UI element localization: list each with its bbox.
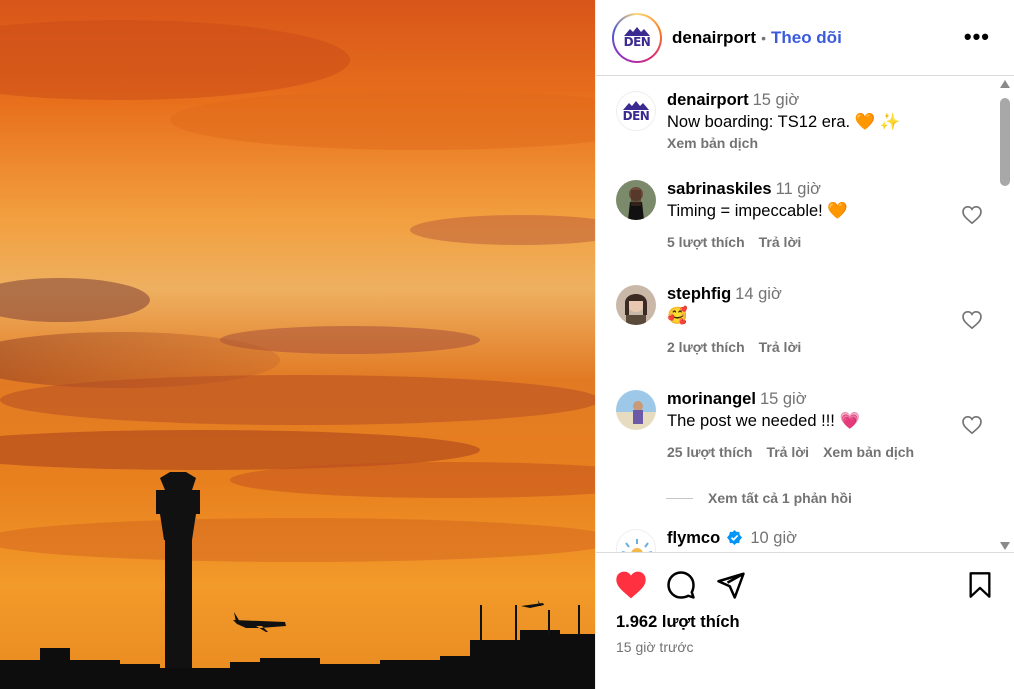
comment-item: morinangel 15 giờ The post we needed !!! … xyxy=(616,390,982,470)
comment-likes[interactable]: 25 lượt thích xyxy=(667,444,752,460)
reply-button[interactable]: Trả lời xyxy=(766,444,809,460)
comment-item: sabrinaskiles 11 giờ Timing = impeccable!… xyxy=(616,180,982,260)
separator-dot: • xyxy=(761,29,766,46)
comment-time[interactable]: 11 giờ xyxy=(776,180,821,198)
view-replies-label: Xem tất cả 1 phản hồi xyxy=(708,490,852,506)
comment-text: 🥰 xyxy=(667,307,688,325)
comment-likes[interactable]: 2 lượt thích xyxy=(667,339,745,355)
comment-username[interactable]: sabrinaskiles xyxy=(667,180,772,198)
commenter-avatar[interactable] xyxy=(616,180,656,220)
post-detail-panel: DEN denairport • Theo dõi ••• DEN denair… xyxy=(595,0,1014,689)
comment-text: The post we needed !!! 💗 xyxy=(667,412,860,430)
author-username[interactable]: denairport xyxy=(672,28,756,48)
author-avatar[interactable]: DEN xyxy=(612,12,662,63)
like-comment-icon[interactable] xyxy=(962,416,982,434)
comment-text: Timing = impeccable! 🧡 xyxy=(667,202,848,220)
post-header: DEN denairport • Theo dõi ••• xyxy=(596,0,1014,76)
comment-username[interactable]: stephfig xyxy=(667,285,731,303)
comment-time[interactable]: 10 giờ xyxy=(750,529,797,547)
scroll-thumb[interactable] xyxy=(1000,98,1010,186)
share-send-icon[interactable] xyxy=(716,570,746,600)
comment-username[interactable]: morinangel xyxy=(667,390,756,408)
caption-time[interactable]: 15 giờ xyxy=(753,91,800,109)
replies-divider xyxy=(666,497,693,499)
likes-count[interactable]: 1.962 lượt thích xyxy=(616,613,740,632)
logo-text: DEN xyxy=(623,35,651,49)
den-logo-icon: DEN xyxy=(622,100,650,123)
comment-likes[interactable]: 5 lượt thích xyxy=(667,234,745,250)
like-heart-icon[interactable] xyxy=(615,569,647,601)
more-options-icon[interactable]: ••• xyxy=(964,24,990,50)
logo-text: DEN xyxy=(622,108,650,123)
comment-username[interactable]: flymco xyxy=(667,529,720,547)
reply-button[interactable]: Trả lời xyxy=(759,339,802,355)
caption: DEN denairport 15 giờ Now boarding: TS12 … xyxy=(616,91,981,161)
commenter-avatar[interactable] xyxy=(616,285,656,325)
commenter-avatar[interactable] xyxy=(616,390,656,430)
caption-translate-link[interactable]: Xem bản dịch xyxy=(667,135,967,151)
translate-link[interactable]: Xem bản dịch xyxy=(823,444,914,460)
comment-time[interactable]: 15 giờ xyxy=(760,390,807,408)
reply-button[interactable]: Trả lời xyxy=(759,234,802,250)
scroll-up-arrow-icon[interactable] xyxy=(1000,80,1010,88)
comment-item: stephfig 14 giờ 🥰 2 lượt thích Trả lời xyxy=(616,285,982,365)
follow-button[interactable]: Theo dõi xyxy=(771,28,842,48)
comment-item: flymco 10 giờ xyxy=(616,529,981,552)
post-image[interactable] xyxy=(0,0,595,689)
comments-scrollbar[interactable] xyxy=(998,80,1012,550)
caption-text: Now boarding: TS12 era. 🧡 ✨ xyxy=(667,113,901,131)
verified-badge-icon xyxy=(726,530,742,545)
caption-avatar[interactable]: DEN xyxy=(616,91,656,131)
den-logo-icon: DEN xyxy=(624,27,651,48)
scroll-down-arrow-icon[interactable] xyxy=(1000,542,1010,550)
caption-username[interactable]: denairport xyxy=(667,91,749,109)
save-bookmark-icon[interactable] xyxy=(966,570,994,600)
comments-list[interactable]: DEN denairport 15 giờ Now boarding: TS12 … xyxy=(596,77,1014,552)
comment-bubble-icon[interactable] xyxy=(666,570,696,600)
comment-time[interactable]: 14 giờ xyxy=(735,285,782,303)
post-actions: 1.962 lượt thích 15 giờ trước xyxy=(596,552,1014,689)
post-time[interactable]: 15 giờ trước xyxy=(616,639,694,655)
like-comment-icon[interactable] xyxy=(962,311,982,329)
like-comment-icon[interactable] xyxy=(962,206,982,224)
view-replies-button[interactable]: Xem tất cả 1 phản hồi xyxy=(666,490,852,506)
commenter-avatar[interactable] xyxy=(616,529,656,552)
